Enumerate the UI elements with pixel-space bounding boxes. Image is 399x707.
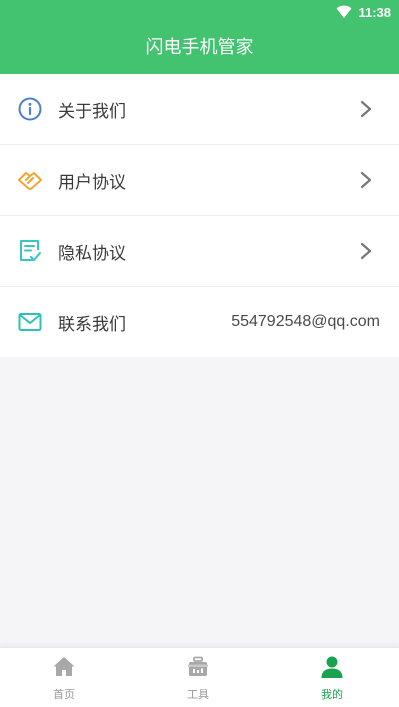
menu-item-label: 用户协议 bbox=[58, 172, 126, 193]
chevron-right-icon bbox=[360, 171, 372, 189]
tab-label: 我的 bbox=[321, 688, 343, 701]
menu-item-label: 隐私协议 bbox=[58, 243, 126, 264]
privacy-doc-icon bbox=[20, 240, 41, 261]
chevron-right-icon bbox=[360, 100, 372, 118]
wifi-icon bbox=[336, 5, 352, 18]
handshake-icon bbox=[18, 172, 42, 190]
chevron-right-icon bbox=[360, 242, 372, 260]
menu-item-label: 联系我们 bbox=[58, 314, 126, 335]
info-icon bbox=[18, 97, 42, 121]
settings-menu: 关于我们 用户协议 隐私协议 联系我们 554792548@qq.com bbox=[0, 74, 399, 357]
tab-label: 工具 bbox=[187, 688, 209, 701]
app-header: 11:38 闪电手机管家 bbox=[0, 0, 399, 74]
mail-icon bbox=[18, 313, 42, 331]
contact-email[interactable]: 554792548@qq.com bbox=[231, 313, 380, 331]
user-icon bbox=[321, 656, 343, 678]
tab-tools[interactable]: 工具 bbox=[158, 648, 238, 707]
menu-item-privacy[interactable]: 隐私协议 bbox=[0, 216, 399, 287]
home-icon bbox=[53, 657, 75, 676]
tab-label: 首页 bbox=[53, 688, 75, 701]
menu-item-user-agreement[interactable]: 用户协议 bbox=[0, 145, 399, 216]
menu-item-label: 关于我们 bbox=[58, 101, 126, 122]
menu-item-contact[interactable]: 联系我们 554792548@qq.com bbox=[0, 287, 399, 357]
status-time: 11:38 bbox=[358, 4, 391, 20]
bottom-tab-bar: 首页 工具 我的 bbox=[0, 647, 399, 707]
menu-item-about[interactable]: 关于我们 bbox=[0, 74, 399, 145]
tab-home[interactable]: 首页 bbox=[24, 648, 104, 707]
status-bar: 11:38 bbox=[0, 0, 399, 24]
tab-mine[interactable]: 我的 bbox=[292, 648, 372, 707]
toolbox-icon bbox=[188, 656, 208, 676]
page-title: 闪电手机管家 bbox=[145, 37, 254, 58]
